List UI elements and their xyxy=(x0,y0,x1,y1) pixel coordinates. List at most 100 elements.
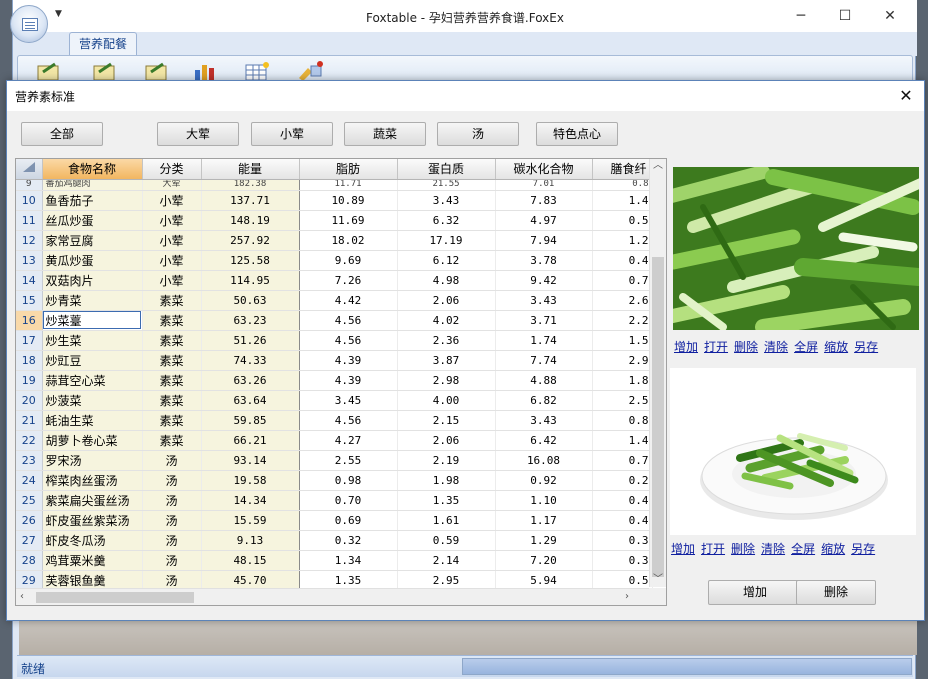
vertical-scrollbar[interactable]: ︿ ﹀ xyxy=(649,159,666,587)
table-row[interactable]: 24 榨菜肉丝蛋汤汤 19.58 0.98 1.98 0.92 0.2 xyxy=(16,470,653,491)
cell-name[interactable]: 胡萝卜卷心菜 xyxy=(42,430,143,451)
cell-fat[interactable]: 1.34 xyxy=(299,550,398,571)
ribbon-edit2-icon[interactable] xyxy=(91,60,119,82)
quick-access-chevron-icon[interactable]: ▼ xyxy=(55,9,62,19)
image2-add-link[interactable]: 增加 xyxy=(671,542,695,556)
ribbon-chart-icon[interactable] xyxy=(191,60,219,82)
cell-energy[interactable]: 59.85 xyxy=(201,410,300,431)
cell-fiber[interactable]: 2.9 xyxy=(592,350,653,371)
cell-protein[interactable]: 2.98 xyxy=(397,370,496,391)
cell-energy[interactable]: 148.19 xyxy=(201,210,300,231)
table-row[interactable]: 16 炒菜薹 素菜 63.23 4.56 4.02 3.71 2.2 xyxy=(16,310,653,331)
cell-protein[interactable]: 6.12 xyxy=(397,250,496,271)
cell-fat[interactable]: 7.26 xyxy=(299,270,398,291)
cell-protein[interactable]: 0.59 xyxy=(397,530,496,551)
cell-category[interactable]: 素菜 xyxy=(142,430,202,451)
cell-name[interactable]: 炒豇豆 xyxy=(42,350,143,371)
image1-fullscreen-link[interactable]: 全屏 xyxy=(794,340,818,354)
horizontal-scroll-thumb[interactable] xyxy=(36,592,194,603)
cell-fiber[interactable]: 1.5 xyxy=(592,330,653,351)
cell-protein[interactable]: 6.32 xyxy=(397,210,496,231)
cell-name[interactable]: 紫菜扁尖蛋丝汤 xyxy=(42,490,143,511)
cell-fat[interactable]: 3.45 xyxy=(299,390,398,411)
filter-soup-button[interactable]: 汤 xyxy=(437,122,519,146)
cell-category[interactable]: 小荤 xyxy=(142,230,202,251)
table-row[interactable]: 14 双菇肉片 小荤 114.95 7.26 4.98 9.42 0.7 xyxy=(16,270,653,291)
column-header-fiber[interactable]: 膳食纤 xyxy=(592,159,653,180)
table-row[interactable]: 13 黄瓜炒蛋 小荤 125.58 9.69 6.12 3.78 0.4 xyxy=(16,250,653,271)
cell-name[interactable]: 蒜茸空心菜 xyxy=(42,370,143,391)
cell-category[interactable]: 汤 xyxy=(142,490,202,511)
table-row[interactable]: 28 鸡茸粟米羹汤 48.15 1.34 2.14 7.20 0.3 xyxy=(16,550,653,571)
cell-protein[interactable]: 2.95 xyxy=(397,570,496,591)
table-row[interactable]: 19 蒜茸空心菜 素菜 63.26 4.39 2.98 4.88 1.8 xyxy=(16,370,653,391)
cell-fat[interactable]: 0.98 xyxy=(299,470,398,491)
cell-category[interactable]: 小荤 xyxy=(142,210,202,231)
image2-open-link[interactable]: 打开 xyxy=(701,542,725,556)
cell-name[interactable]: 芙蓉银鱼羹 xyxy=(42,570,143,591)
cell-fat[interactable]: 1.35 xyxy=(299,570,398,591)
cell-carbs[interactable]: 3.43 xyxy=(495,410,593,431)
cell-name[interactable]: 丝瓜炒蛋 xyxy=(42,210,143,231)
image2-delete-link[interactable]: 删除 xyxy=(731,542,755,556)
cell-carbs[interactable]: 0.92 xyxy=(495,470,593,491)
cell-carbs[interactable]: 7.01 xyxy=(495,179,593,191)
table-row[interactable]: 27 虾皮冬瓜汤汤 9.13 0.32 0.59 1.29 0.3 xyxy=(16,530,653,551)
cell-name[interactable]: 炒菜薹 xyxy=(42,310,143,331)
table-row[interactable]: 23 罗宋汤汤 93.14 2.55 2.19 16.08 0.7 xyxy=(16,450,653,471)
table-row[interactable]: 12 家常豆腐 小荤 257.92 18.02 17.19 7.94 1.2 xyxy=(16,230,653,251)
cell-fat[interactable]: 4.56 xyxy=(299,330,398,351)
cell-category[interactable]: 小荤 xyxy=(142,270,202,291)
add-button[interactable]: 增加 xyxy=(708,580,802,605)
cell-protein[interactable]: 17.19 xyxy=(397,230,496,251)
horizontal-scrollbar[interactable]: ‹ › xyxy=(16,588,649,605)
cell-category[interactable]: 素菜 xyxy=(142,330,202,351)
cell-fat[interactable]: 0.70 xyxy=(299,490,398,511)
table-row[interactable]: 29 芙蓉银鱼羹汤 45.70 1.35 2.95 5.94 0.5 xyxy=(16,570,653,591)
cell-protein[interactable]: 1.98 xyxy=(397,470,496,491)
cell-fiber[interactable]: 2.5 xyxy=(592,390,653,411)
image1-saveas-link[interactable]: 另存 xyxy=(854,340,878,354)
tab-nutrition[interactable]: 营养配餐 xyxy=(69,32,137,56)
cell-energy[interactable]: 15.59 xyxy=(201,510,300,531)
cell-fiber[interactable]: 0.3 xyxy=(592,550,653,571)
column-header-protein[interactable]: 蛋白质 xyxy=(397,159,496,180)
cell-energy[interactable]: 66.21 xyxy=(201,430,300,451)
cell-protein[interactable]: 4.00 xyxy=(397,390,496,411)
table-row[interactable]: 20 炒菠菜 素菜 63.64 3.45 4.00 6.82 2.5 xyxy=(16,390,653,411)
cell-fat[interactable]: 4.56 xyxy=(299,410,398,431)
image1-clear-link[interactable]: 清除 xyxy=(764,340,788,354)
cell-fat[interactable]: 4.27 xyxy=(299,430,398,451)
image2-fullscreen-link[interactable]: 全屏 xyxy=(791,542,815,556)
cell-fat[interactable]: 11.69 xyxy=(299,210,398,231)
cell-category[interactable]: 小荤 xyxy=(142,250,202,271)
cell-fat[interactable]: 11.71 xyxy=(299,179,398,191)
cell-protein[interactable]: 2.36 xyxy=(397,330,496,351)
cell-energy[interactable]: 14.34 xyxy=(201,490,300,511)
ribbon-tools-icon[interactable] xyxy=(296,60,324,82)
cell-fiber[interactable]: 2.2 xyxy=(592,310,653,331)
cell-carbs[interactable]: 7.74 xyxy=(495,350,593,371)
cell-energy[interactable]: 19.58 xyxy=(201,470,300,491)
column-header-carbs[interactable]: 碳水化合物 xyxy=(495,159,593,180)
cell-name[interactable]: 罗宋汤 xyxy=(42,450,143,471)
table-row[interactable]: 11 丝瓜炒蛋 小荤 148.19 11.69 6.32 4.97 0.5 xyxy=(16,210,653,231)
cell-protein[interactable]: 1.35 xyxy=(397,490,496,511)
cell-energy[interactable]: 125.58 xyxy=(201,250,300,271)
scroll-up-icon[interactable]: ︿ xyxy=(653,159,663,173)
cell-fiber[interactable]: 0.8 xyxy=(592,179,653,191)
cell-protein[interactable]: 21.55 xyxy=(397,179,496,191)
cell-category[interactable]: 汤 xyxy=(142,570,202,591)
cell-fiber[interactable]: 0.3 xyxy=(592,530,653,551)
cell-energy[interactable]: 63.64 xyxy=(201,390,300,411)
food-photo-plate[interactable] xyxy=(670,368,916,535)
cell-fat[interactable]: 0.32 xyxy=(299,530,398,551)
cell-energy[interactable]: 63.23 xyxy=(201,310,300,331)
filter-small-meat-button[interactable]: 小荤 xyxy=(251,122,333,146)
cell-protein[interactable]: 4.98 xyxy=(397,270,496,291)
cell-carbs[interactable]: 3.43 xyxy=(495,290,593,311)
cell-category[interactable]: 汤 xyxy=(142,550,202,571)
cell-protein[interactable]: 1.61 xyxy=(397,510,496,531)
cell-fat[interactable]: 4.39 xyxy=(299,350,398,371)
cell-carbs[interactable]: 7.20 xyxy=(495,550,593,571)
